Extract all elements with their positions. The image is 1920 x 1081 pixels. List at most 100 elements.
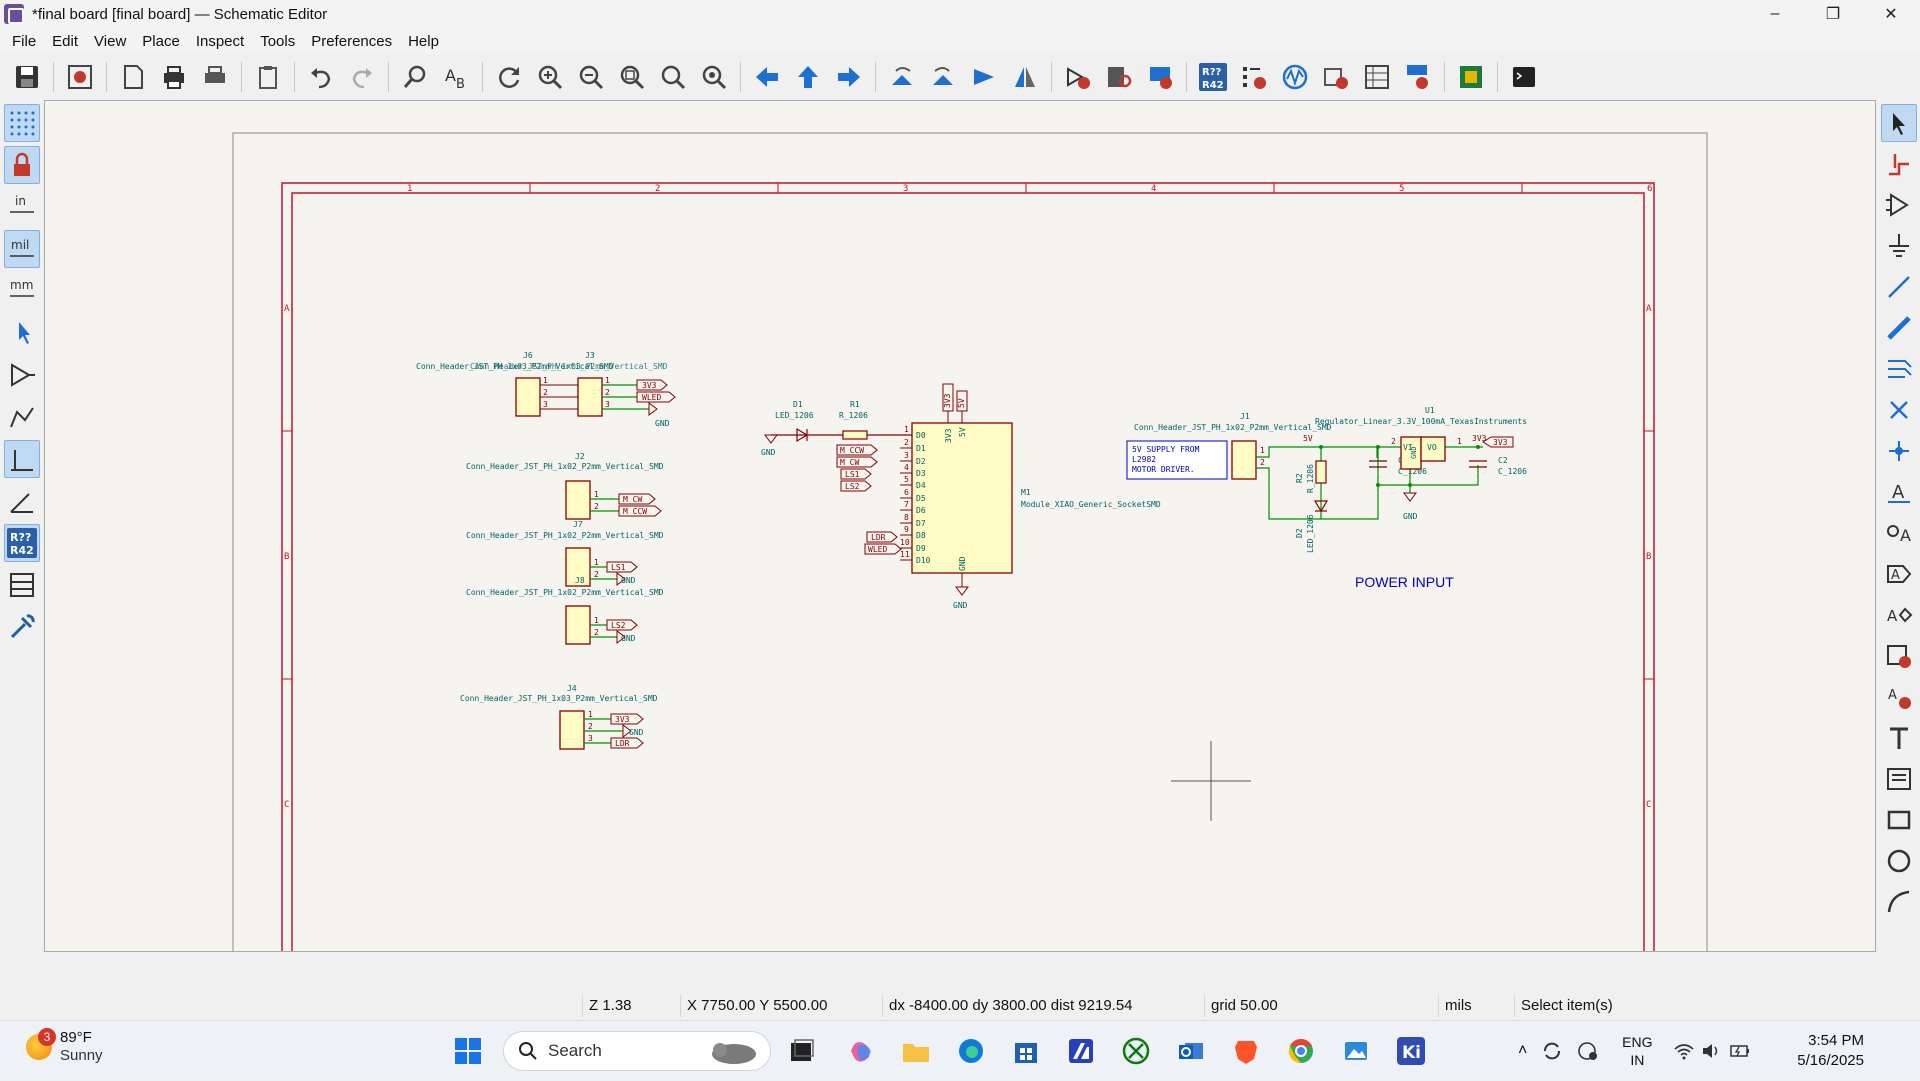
print-icon[interactable]: [155, 58, 193, 96]
add-junction-icon[interactable]: [1881, 432, 1917, 470]
simulator-icon[interactable]: [1276, 58, 1314, 96]
import-sheet-pin-icon[interactable]: A: [1881, 678, 1917, 716]
grid-lock-icon[interactable]: [4, 146, 40, 184]
kicad-taskbar-icon[interactable]: Ki: [1391, 1031, 1431, 1071]
refresh-icon[interactable]: [490, 58, 528, 96]
footprint-editor-icon[interactable]: [1141, 58, 1179, 96]
navigate-up-icon[interactable]: [789, 58, 827, 96]
menu-help[interactable]: Help: [400, 33, 447, 50]
menu-file[interactable]: File: [4, 33, 44, 50]
menu-tools[interactable]: Tools: [252, 33, 303, 50]
no-connect-icon[interactable]: [1881, 391, 1917, 429]
file-explorer-icon[interactable]: [896, 1031, 936, 1071]
weather-widget[interactable]: 3 89°F Sunny: [26, 1028, 103, 1065]
rotate-ccw-icon[interactable]: [883, 58, 921, 96]
chrome-browser-icon[interactable]: [1281, 1031, 1321, 1071]
add-label-icon[interactable]: A: [1881, 473, 1917, 511]
add-symbol-icon[interactable]: [1881, 186, 1917, 224]
taskbar-search[interactable]: Search: [503, 1031, 771, 1071]
symbol-editor-icon[interactable]: [1059, 58, 1097, 96]
add-arc-icon[interactable]: [1881, 883, 1917, 921]
network-settings-icon[interactable]: [1577, 1040, 1599, 1062]
microsoft-store-icon[interactable]: [1006, 1031, 1046, 1071]
photos-app-icon[interactable]: [1336, 1031, 1376, 1071]
zoom-in-icon[interactable]: [531, 58, 569, 96]
line-mode-90-icon[interactable]: [4, 440, 40, 478]
pcb-editor-icon[interactable]: [1452, 58, 1490, 96]
menu-preferences[interactable]: Preferences: [303, 33, 400, 50]
language-bottom[interactable]: IN: [1613, 1051, 1661, 1069]
undo-icon[interactable]: [302, 58, 340, 96]
redo-icon[interactable]: [343, 58, 381, 96]
mirror-vertical-icon[interactable]: [1006, 58, 1044, 96]
battery-icon[interactable]: [1729, 1041, 1751, 1061]
sync-icon[interactable]: [1541, 1040, 1563, 1062]
annotate-icon[interactable]: R?? R42: [1194, 58, 1232, 96]
properties-panel-icon[interactable]: [4, 608, 40, 646]
edge-browser-icon[interactable]: [951, 1031, 991, 1071]
paste-icon[interactable]: [249, 58, 287, 96]
select-tool-icon[interactable]: [1881, 104, 1917, 142]
add-global-label-icon[interactable]: A: [1881, 555, 1917, 593]
add-bus-icon[interactable]: [1881, 309, 1917, 347]
units-inches-icon[interactable]: in: [4, 188, 40, 226]
outlook-icon[interactable]: [1171, 1031, 1211, 1071]
editor-app-icon[interactable]: [1061, 1031, 1101, 1071]
add-net-class-icon[interactable]: A: [1881, 514, 1917, 552]
bom-icon[interactable]: [1358, 58, 1396, 96]
add-wire-icon[interactable]: [1881, 268, 1917, 306]
save-icon[interactable]: [8, 58, 46, 96]
find-replace-icon[interactable]: AB: [437, 58, 475, 96]
copilot-icon[interactable]: [841, 1031, 881, 1071]
add-rectangle-icon[interactable]: [1881, 801, 1917, 839]
mirror-horizontal-icon[interactable]: [965, 58, 1003, 96]
erc-icon[interactable]: [1235, 58, 1273, 96]
hidden-pins-icon[interactable]: [4, 356, 40, 394]
add-power-icon[interactable]: [1881, 227, 1917, 265]
restore-button[interactable]: ❐: [1804, 0, 1862, 28]
line-mode-45-icon[interactable]: [4, 482, 40, 520]
zoom-selection-icon[interactable]: [695, 58, 733, 96]
schematic-setup-icon[interactable]: [61, 58, 99, 96]
scripting-console-icon[interactable]: [1505, 58, 1543, 96]
language-top[interactable]: ENG: [1613, 1033, 1661, 1051]
add-text-icon[interactable]: [1881, 719, 1917, 757]
menu-place[interactable]: Place: [134, 33, 188, 50]
zoom-out-icon[interactable]: [572, 58, 610, 96]
grid-toggle-icon[interactable]: [4, 104, 40, 142]
units-mm-icon[interactable]: mm: [4, 272, 40, 310]
annotate-side-icon[interactable]: R?? R42: [4, 524, 40, 562]
menu-inspect[interactable]: Inspect: [188, 33, 252, 50]
close-button[interactable]: ✕: [1862, 0, 1920, 28]
page-settings-icon[interactable]: [114, 58, 152, 96]
volume-icon[interactable]: [1701, 1041, 1723, 1061]
line-mode-free-icon[interactable]: [4, 398, 40, 436]
add-sheet-icon[interactable]: [1881, 637, 1917, 675]
symbol-browser-icon[interactable]: [1100, 58, 1138, 96]
find-icon[interactable]: [396, 58, 434, 96]
hierarchy-navigator-icon[interactable]: [4, 566, 40, 604]
units-mils-icon[interactable]: mil: [4, 230, 40, 268]
menu-edit[interactable]: Edit: [44, 33, 86, 50]
minimize-button[interactable]: –: [1746, 0, 1804, 28]
zoom-fit-icon[interactable]: [613, 58, 651, 96]
navigate-forward-icon[interactable]: [830, 58, 868, 96]
tray-overflow-icon[interactable]: ˄: [1518, 1042, 1527, 1060]
rotate-cw-icon[interactable]: [924, 58, 962, 96]
generate-bom-icon[interactable]: [1399, 58, 1437, 96]
add-circle-icon[interactable]: [1881, 842, 1917, 880]
edit-fields-icon[interactable]: [1317, 58, 1355, 96]
plot-icon[interactable]: [196, 58, 234, 96]
wifi-icon[interactable]: [1673, 1041, 1695, 1061]
task-view-icon[interactable]: [782, 1031, 822, 1071]
highlight-net-icon[interactable]: [1881, 145, 1917, 183]
add-textbox-icon[interactable]: [1881, 760, 1917, 798]
start-windows-icon[interactable]: [448, 1031, 488, 1071]
navigate-back-icon[interactable]: [748, 58, 786, 96]
brave-browser-icon[interactable]: [1226, 1031, 1266, 1071]
xbox-icon[interactable]: [1116, 1031, 1156, 1071]
zoom-objects-icon[interactable]: [654, 58, 692, 96]
schematic-canvas[interactable]: 1 2 3 4 5 6 A B C A B C J6 J3 Conn_Heade…: [44, 100, 1876, 952]
cursor-crosshair-icon[interactable]: [4, 314, 40, 352]
add-hier-label-icon[interactable]: A: [1881, 596, 1917, 634]
